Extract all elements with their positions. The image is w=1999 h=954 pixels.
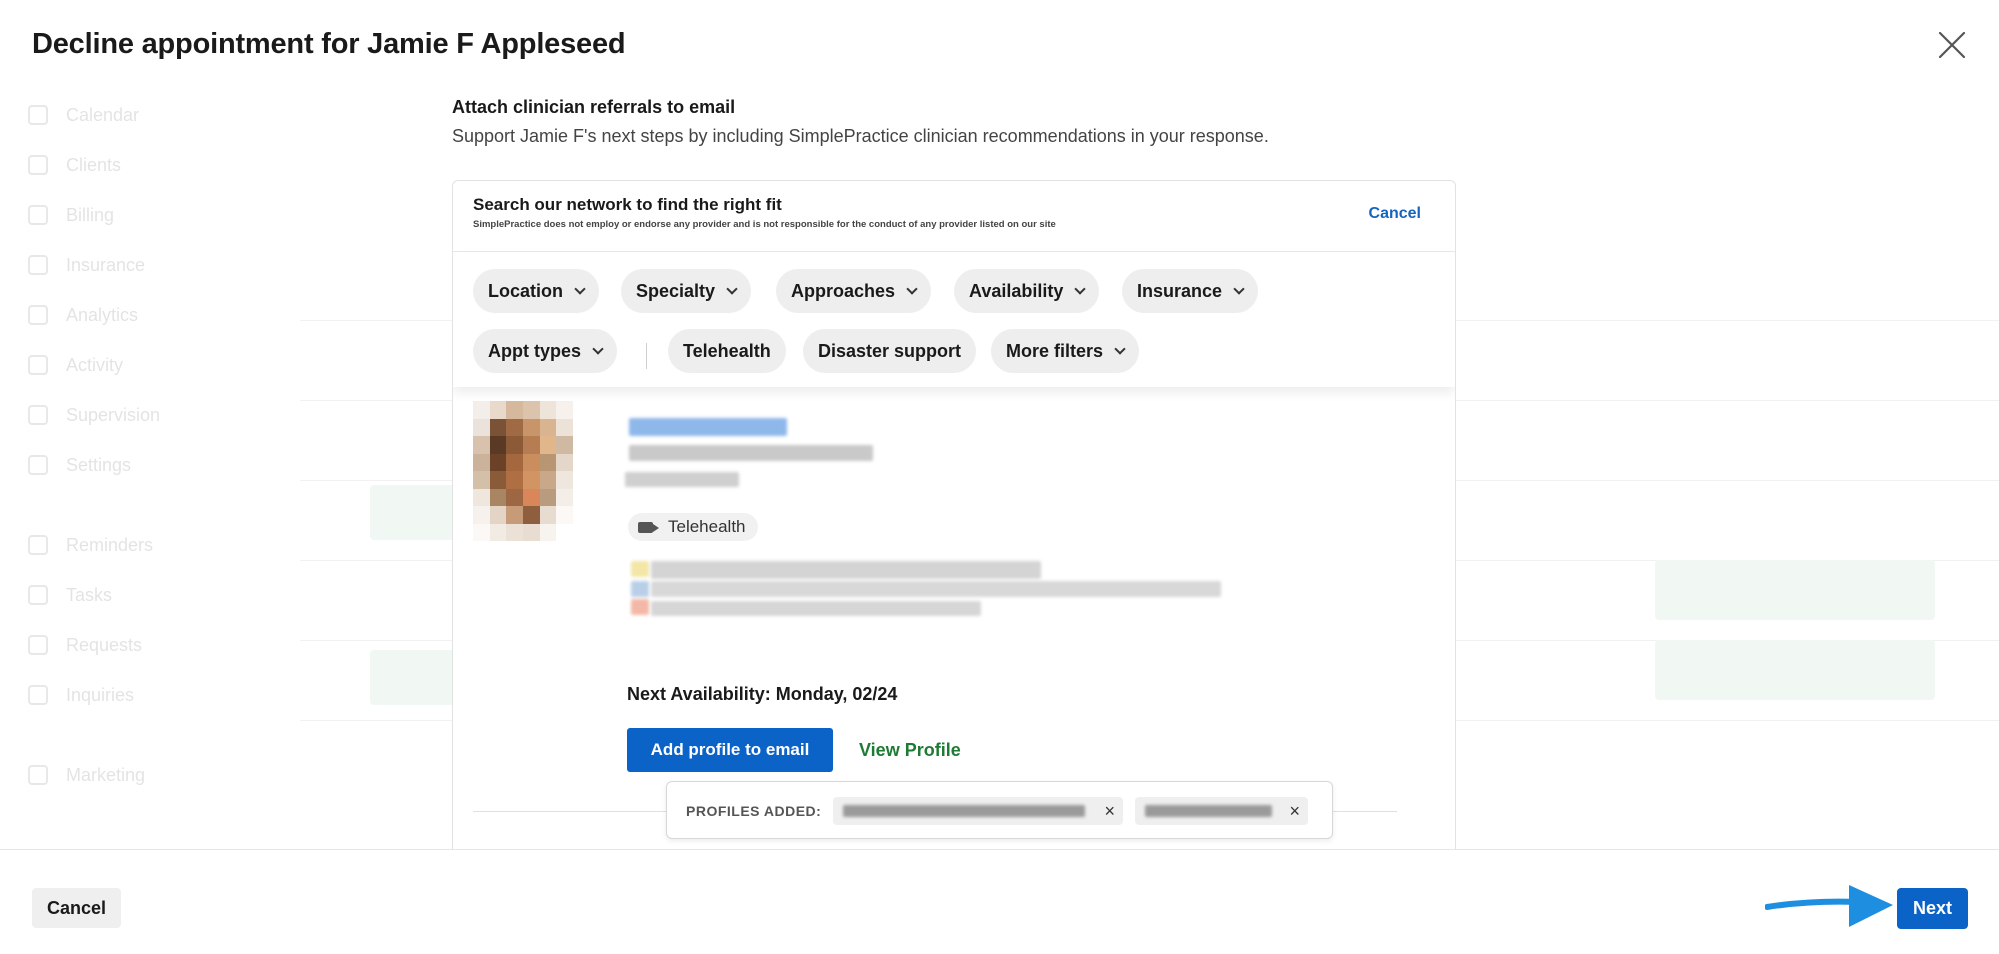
cancel-button[interactable]: Cancel (32, 888, 121, 928)
bg-sidebar-item: Analytics (0, 290, 260, 340)
modal-footer: Cancel Next (0, 849, 1999, 954)
bg-sidebar-item: Settings (0, 440, 260, 490)
filter-more-filters[interactable]: More filters (991, 329, 1140, 373)
next-availability: Next Availability: Monday, 02/24 (627, 684, 898, 704)
profile-tag: × (1135, 797, 1308, 825)
telehealth-badge: Telehealth (628, 513, 758, 541)
search-header: Search our network to find the right fit… (453, 181, 1455, 252)
chevron-down-icon (574, 282, 586, 295)
chevron-down-icon (1114, 342, 1126, 355)
referrals-title: Attach clinician referrals to email (452, 97, 736, 117)
tag-swatch-red (631, 599, 649, 615)
filter-disaster-support[interactable]: Disaster support (803, 329, 977, 373)
bg-sidebar-item: Insurance (0, 240, 260, 290)
chevron-down-icon (592, 342, 604, 355)
chevron-down-icon (726, 282, 738, 295)
bg-sidebar-item: Clients (0, 140, 260, 190)
bg-sidebar-item: Supervision (0, 390, 260, 440)
disclaimer-text: SimplePractice does not employ or endors… (473, 219, 1056, 230)
bg-sidebar-item: Reminders (0, 520, 260, 570)
modal-header: Decline appointment for Jamie F Applesee… (0, 0, 1999, 90)
filter-telehealth[interactable]: Telehealth (668, 329, 786, 373)
search-title: Search our network to find the right fit (473, 195, 782, 214)
chevron-down-icon (1074, 282, 1087, 295)
filter-insurance[interactable]: Insurance (1122, 269, 1259, 313)
bg-sidebar-item: Tasks (0, 570, 260, 620)
profile-tag: × (833, 797, 1123, 825)
clinician-avatar (473, 401, 573, 541)
approach-line-redacted (651, 581, 1221, 597)
filter-divider (646, 343, 647, 369)
remove-profile-icon[interactable]: × (1104, 801, 1115, 822)
filter-approaches[interactable]: Approaches (776, 269, 932, 313)
remove-profile-icon[interactable]: × (1289, 801, 1300, 822)
profile-tag-name-redacted (843, 805, 1085, 817)
bg-sidebar-item: Marketing (0, 750, 260, 800)
bg-sidebar-item: Billing (0, 190, 260, 240)
referral-search-panel: Search our network to find the right fit… (452, 180, 1456, 860)
close-icon[interactable] (1935, 28, 1969, 62)
next-button[interactable]: Next (1897, 888, 1968, 929)
clinician-location-redacted (625, 472, 739, 487)
filter-location[interactable]: Location (473, 269, 599, 313)
profiles-added-bar: PROFILES ADDED: × × (666, 781, 1333, 839)
specialty-line-redacted (651, 561, 1041, 579)
bg-sidebar-item: Inquiries (0, 670, 260, 720)
profiles-added-label: PROFILES ADDED: (686, 803, 822, 819)
chevron-down-icon (1233, 282, 1245, 295)
add-profile-to-email-button[interactable]: Add profile to email (627, 728, 833, 772)
insurance-line-redacted (651, 601, 981, 616)
profile-tag-name-redacted (1145, 805, 1272, 817)
pointer-arrow-icon (1765, 885, 1893, 927)
filter-specialty[interactable]: Specialty (621, 269, 752, 313)
view-profile-link[interactable]: View Profile (859, 740, 961, 761)
bg-sidebar-item: Requests (0, 620, 260, 670)
chevron-down-icon (906, 282, 918, 295)
video-camera-icon (638, 521, 659, 533)
bg-sidebar-item: Activity (0, 340, 260, 390)
filter-availability[interactable]: Availability (954, 269, 1100, 313)
bg-sidebar-item: Calendar (0, 90, 260, 140)
background-sidebar: Calendar Clients Billing Insurance Analy… (0, 90, 260, 800)
clinician-name-redacted[interactable] (629, 418, 787, 436)
clinician-credentials-redacted (629, 445, 873, 461)
filter-appt-types[interactable]: Appt types (473, 329, 618, 373)
tag-swatch-yellow (631, 561, 649, 577)
modal-title: Decline appointment for Jamie F Applesee… (32, 28, 626, 60)
tag-swatch-blue (631, 581, 649, 597)
filter-bar: Location Specialty Approaches Availabili… (453, 252, 1455, 387)
search-cancel-link[interactable]: Cancel (1369, 205, 1421, 223)
referrals-subtitle: Support Jamie F's next steps by includin… (452, 126, 1269, 146)
